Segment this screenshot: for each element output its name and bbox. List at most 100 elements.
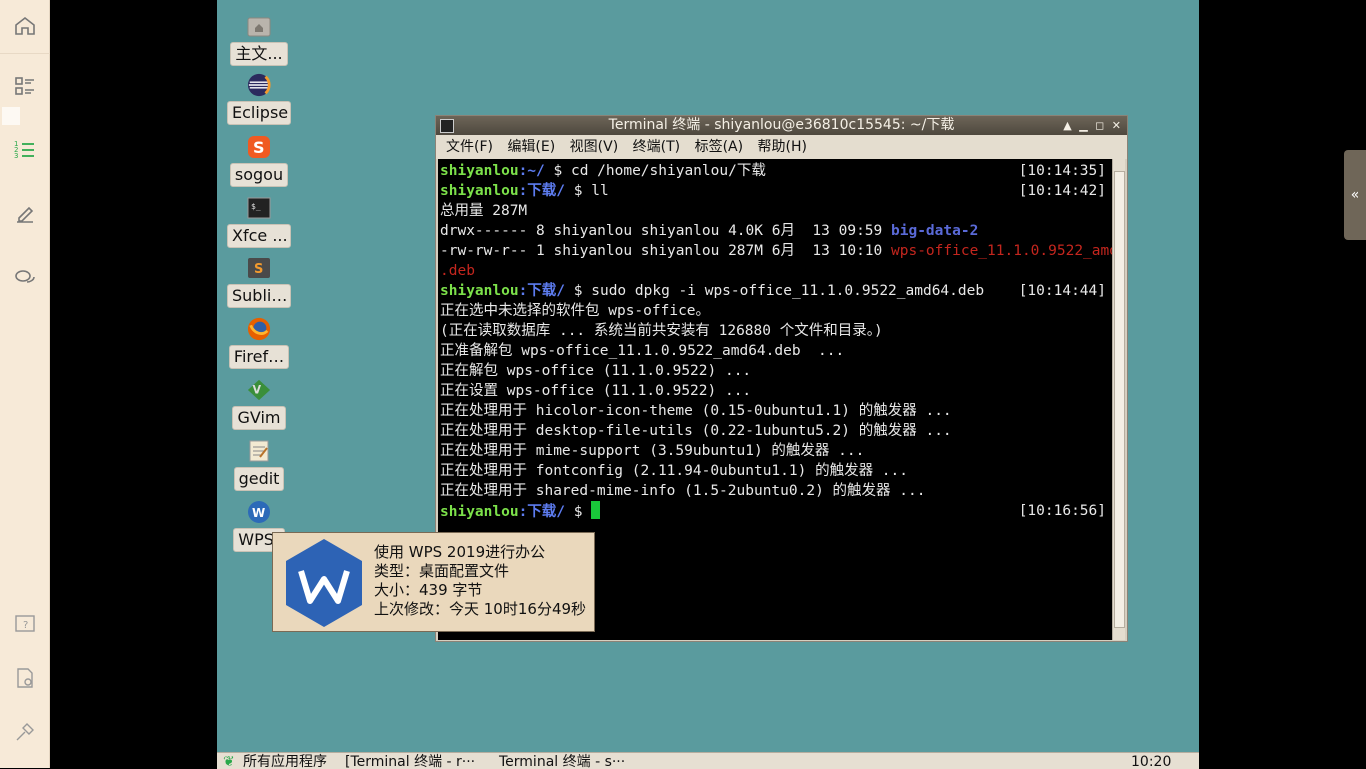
output-text: drwx------ 8 shiyanlou shiyanlou 4.0K 6月…: [440, 223, 891, 239]
menu-view[interactable]: 视图(V): [570, 139, 619, 155]
prompt-user: shiyanlou: [440, 283, 519, 299]
wps-tooltip: 使用 WPS 2019进行办公 类型：桌面配置文件 大小：439 字节 上次修改…: [272, 532, 595, 632]
taskbar-task-1[interactable]: [Terminal 终端 - r···: [345, 753, 475, 769]
terminal-line: 正在处理用于 mime-support (3.59ubuntu1) 的触发器 .…: [440, 441, 864, 461]
desktop-icon-xfce-terminal[interactable]: $_ Xfce ...: [227, 196, 291, 248]
output-text: 总用量 287M: [440, 203, 528, 219]
gedit-icon: [247, 439, 271, 463]
terminal-line: 正在选中未选择的软件包 wps-office。: [440, 301, 710, 321]
gvim-icon: V: [247, 378, 271, 402]
help-icon[interactable]: ?: [11, 610, 39, 638]
package-file-name: wps-office_11.1.0.9522_amd64: [891, 243, 1114, 259]
tooltip-size: 大小：439 字节: [374, 581, 483, 599]
command-text: $ sudo dpkg -i wps-office_11.1.0.9522_am…: [565, 283, 985, 299]
terminal-line: .deb: [440, 261, 475, 281]
desktop-icon-firefox[interactable]: Firef…: [228, 317, 290, 369]
svg-text:V: V: [253, 384, 262, 397]
terminal-line: 正准备解包 wps-office_11.1.0.9522_amd64.deb .…: [440, 341, 844, 361]
terminal-line: 正在处理用于 hicolor-icon-theme (0.15-0ubuntu1…: [440, 401, 952, 421]
output-text: (正在读取数据库 ... 系统当前共安装有 126880 个文件和目录。): [440, 323, 883, 339]
prompt-user: shiyanlou: [440, 183, 519, 199]
apps-menu-icon[interactable]: ❦: [223, 753, 235, 769]
desktop-icon-gvim[interactable]: V GVim: [229, 378, 289, 430]
terminal-line: 正在处理用于 fontconfig (2.11.94-0ubuntu1.1) 的…: [440, 461, 908, 481]
prompt-path: :下载/: [518, 504, 566, 520]
pencil-icon[interactable]: [11, 200, 39, 228]
taskbar-task-2[interactable]: Terminal 终端 - s···: [499, 753, 625, 769]
terminal-icon: [440, 119, 454, 133]
output-text: 正准备解包 wps-office_11.1.0.9522_amd64.deb .…: [440, 343, 845, 359]
terminal-icon: $_: [247, 196, 271, 220]
menu-edit[interactable]: 编辑(E): [507, 139, 555, 155]
svg-text:$_: $_: [251, 202, 261, 211]
terminal-line: 正在解包 wps-office (11.1.0.9522) ...: [440, 361, 751, 381]
terminal-line: shiyanlou:~/ $ cd /home/shiyanlou/下载: [440, 161, 766, 181]
menu-help[interactable]: 帮助(H): [758, 139, 807, 155]
output-text: 正在设置 wps-office (11.1.0.9522) ...: [440, 383, 752, 399]
svg-text:W: W: [252, 506, 265, 520]
file-settings-icon[interactable]: [11, 664, 39, 692]
output-text: 正在处理用于 shared-mime-info (1.5-2ubuntu0.2)…: [440, 483, 926, 499]
desktop-icon-eclipse[interactable]: Eclipse: [227, 73, 291, 125]
terminal-line: 总用量 287M: [440, 201, 527, 221]
wps-icon: W: [247, 500, 271, 524]
command-text: $: [565, 504, 592, 520]
svg-text:?: ?: [23, 620, 28, 631]
taskbar: ❦ 所有应用程序 [Terminal 终端 - r··· Terminal 终端…: [217, 752, 1199, 769]
output-text: 正在处理用于 fontconfig (2.11.94-0ubuntu1.1) 的…: [440, 463, 908, 479]
prompt-user: shiyanlou: [440, 163, 519, 179]
taskbar-clock: 10:20: [1131, 754, 1172, 769]
terminal-line: 正在设置 wps-office (11.1.0.9522) ...: [440, 381, 751, 401]
desktop-icon-home-folder[interactable]: 主文...: [229, 14, 289, 66]
window-title: Terminal 终端 - shiyanlou@e36810c15545: ~/…: [608, 117, 955, 133]
terminal-line: -rw-rw-r-- 1 shiyanlou shiyanlou 287M 6月…: [440, 241, 1114, 261]
firefox-icon: [247, 317, 271, 341]
menu-terminal[interactable]: 终端(T): [633, 139, 680, 155]
prompt-timestamp: [10:14:42]: [1018, 183, 1106, 199]
prompt-path: :下载/: [518, 183, 566, 199]
prompt-timestamp: [10:14:35]: [1018, 163, 1106, 179]
desktop-icon-sogou[interactable]: S sogou: [229, 135, 289, 187]
terminal-menubar: 文件(F) 编辑(E) 视图(V) 终端(T) 标签(A) 帮助(H): [436, 135, 1127, 159]
left-sidebar: 123 ?: [0, 0, 50, 768]
window-controls[interactable]: ▲ ▁ ◻ ✕: [1063, 116, 1123, 135]
tooltip-type: 类型：桌面配置文件: [374, 562, 510, 580]
wps-logo-icon: [283, 537, 365, 629]
terminal-line: 正在处理用于 shared-mime-info (1.5-2ubuntu0.2)…: [440, 481, 925, 501]
terminal-line: drwx------ 8 shiyanlou shiyanlou 4.0K 6月…: [440, 221, 978, 241]
directory-name: big-data-2: [891, 223, 979, 239]
tools-icon[interactable]: [11, 718, 39, 746]
rail-indicator: [2, 107, 20, 125]
terminal-scrollbar[interactable]: [1112, 159, 1125, 640]
home-icon[interactable]: [11, 12, 39, 40]
prompt-user: shiyanlou: [440, 504, 519, 520]
terminal-line: (正在读取数据库 ... 系统当前共安装有 126880 个文件和目录。): [440, 321, 883, 341]
chevron-left-icon: «: [1350, 187, 1360, 203]
numbered-list-icon[interactable]: 123: [11, 136, 39, 164]
prompt-timestamp: [10:16:56]: [1018, 503, 1106, 519]
desktop-icon-sublime[interactable]: S Subli…: [227, 256, 291, 308]
tooltip-title: 使用 WPS 2019进行办公: [374, 543, 546, 561]
tooltip-modified: 上次修改：今天 10时16分49秒: [374, 600, 587, 618]
apps-menu-button[interactable]: 所有应用程序: [243, 753, 327, 769]
menu-tabs[interactable]: 标签(A): [695, 139, 744, 155]
prompt-path: :~/: [518, 163, 545, 179]
collapse-panel-button[interactable]: «: [1344, 150, 1366, 240]
output-text: 正在解包 wps-office (11.1.0.9522) ...: [440, 363, 752, 379]
menu-file[interactable]: 文件(F): [446, 139, 493, 155]
terminal-line: shiyanlou:下载/ $: [440, 501, 601, 522]
prompt-timestamp: [10:14:44]: [1018, 283, 1106, 299]
svg-text:3: 3: [14, 152, 18, 160]
prompt-path: :下载/: [518, 283, 566, 299]
eclipse-icon: [247, 73, 271, 97]
terminal-line: 正在处理用于 desktop-file-utils (0.22-1ubuntu5…: [440, 421, 952, 441]
command-text: $ cd /home/shiyanlou/下载: [544, 163, 766, 179]
svg-text:S: S: [254, 262, 263, 277]
desktop-icon-gedit[interactable]: gedit: [229, 439, 289, 491]
output-text: 正在处理用于 mime-support (3.59ubuntu1) 的触发器 .…: [440, 443, 865, 459]
terminal-titlebar[interactable]: Terminal 终端 - shiyanlou@e36810c15545: ~/…: [436, 116, 1127, 135]
command-text: $ ll: [565, 183, 609, 199]
chat-icon[interactable]: [11, 264, 39, 292]
list-icon[interactable]: [11, 72, 39, 100]
output-text: 正在处理用于 desktop-file-utils (0.22-1ubuntu5…: [440, 423, 952, 439]
